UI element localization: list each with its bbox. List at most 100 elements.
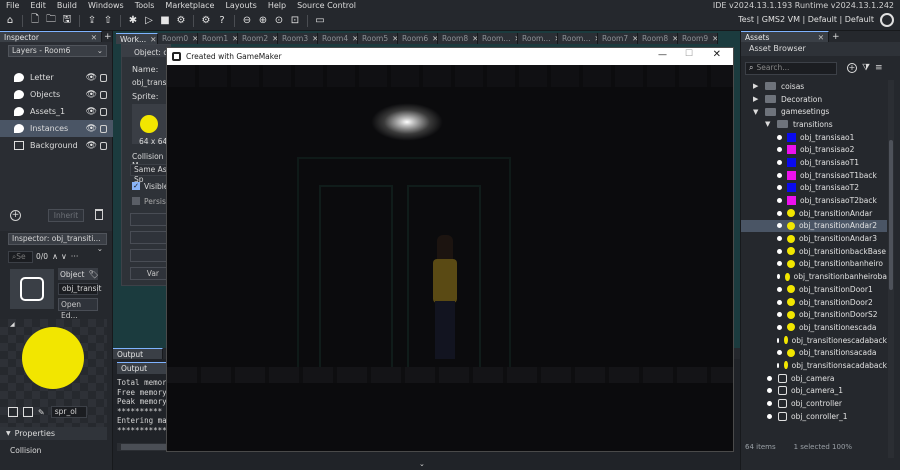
eye-icon[interactable]: 👁 <box>86 107 97 117</box>
monitor-icon[interactable]: ▭ <box>313 14 327 28</box>
menu-source-control[interactable]: Source Control <box>297 0 356 11</box>
eye-icon[interactable]: 👁 <box>86 124 97 134</box>
menu-tools[interactable]: Tools <box>135 0 155 11</box>
menu-windows[interactable]: Windows <box>88 0 124 11</box>
properties-header[interactable]: ▼ Properties <box>0 427 107 440</box>
tab-room[interactable]: Work... ✕ <box>116 33 158 44</box>
trash-icon[interactable] <box>95 209 103 220</box>
tab-room[interactable]: Room8 ✕ <box>438 33 478 44</box>
tab-output-outer[interactable]: Output <box>113 348 163 359</box>
collapse-arrow-icon[interactable]: ⌄ <box>419 460 425 468</box>
save-icon[interactable]: 🖫 <box>60 14 74 28</box>
asset-item[interactable]: ▶ Decoration <box>741 93 887 106</box>
tab-output[interactable]: Output <box>117 361 169 374</box>
tab-room[interactable]: Room0 ✕ <box>158 33 198 44</box>
target-summary[interactable]: Test | GMS2 VM | Default | Default <box>738 15 874 24</box>
menu-file[interactable]: File <box>6 0 19 11</box>
zoom-in-icon[interactable]: ⊕ <box>256 14 270 28</box>
tag-icon[interactable]: 🏷 <box>88 270 98 279</box>
package-icon[interactable]: ⇪ <box>85 14 99 28</box>
asset-item[interactable]: ▼ gamesetings <box>741 105 887 118</box>
close-icon[interactable]: ✕ <box>712 33 717 44</box>
sprite-name-field[interactable]: spr_ol <box>50 406 87 418</box>
maximize-icon[interactable]: ☐ <box>685 49 693 59</box>
expand-icon[interactable]: ▶ <box>753 82 761 90</box>
debug-icon[interactable]: ⚙ <box>174 14 188 28</box>
tab-room[interactable]: Room1 ✕ <box>198 33 238 44</box>
layer-row[interactable]: Background 👁 <box>0 137 113 154</box>
fit-icon[interactable]: ⊡ <box>288 14 302 28</box>
layer-row[interactable]: Assets_1 👁 <box>0 103 113 120</box>
persistent-checkbox[interactable] <box>132 197 140 205</box>
add-tab-icon[interactable]: + <box>104 32 112 42</box>
asset-item[interactable]: obj_transitionsacadaback <box>741 359 887 372</box>
new-icon[interactable]: 🗋 <box>28 14 42 28</box>
collapse-icon[interactable]: ▼ <box>765 120 773 128</box>
inspector-select[interactable]: Inspector: obj_transiti... ⌄ <box>8 233 107 253</box>
lock-icon[interactable] <box>100 107 107 116</box>
minimize-icon[interactable]: — <box>658 50 667 60</box>
asset-item[interactable]: obj_camera <box>741 372 887 385</box>
zoom-out-icon[interactable]: ⊖ <box>240 14 254 28</box>
menu-marketplace[interactable]: Marketplace <box>165 0 214 11</box>
lock-icon[interactable] <box>100 141 107 150</box>
asset-item[interactable]: obj_transitionescada <box>741 321 887 334</box>
asset-item[interactable]: obj_transitionDoor2 <box>741 296 887 309</box>
edit-sprite-icon[interactable] <box>8 407 18 417</box>
asset-item[interactable]: ▶ coisas <box>741 80 887 93</box>
layers-select[interactable]: Layers - Room6 ⌄ <box>8 45 107 57</box>
collapse-icon[interactable]: ◢ <box>10 321 15 328</box>
close-icon[interactable]: ✕ <box>150 34 156 44</box>
edit-image-icon[interactable] <box>23 407 33 417</box>
filter-icon[interactable]: ⧩ <box>862 63 870 73</box>
tab-room[interactable]: Room7 ✕ <box>598 33 638 44</box>
tab-room[interactable]: Room4 ✕ <box>318 33 358 44</box>
zoom-reset-icon[interactable]: ⊙ <box>272 14 286 28</box>
layer-row[interactable]: Objects 👁 <box>0 86 113 103</box>
menu-icon[interactable]: ≡ <box>875 63 883 73</box>
asset-item[interactable]: obj_transitionAndar2 <box>741 219 887 233</box>
settings-icon[interactable]: ⚙ <box>199 14 213 28</box>
asset-item[interactable]: obj_transitionsacada <box>741 346 887 359</box>
asset-item[interactable]: obj_transitionbanheiroba <box>741 270 887 283</box>
prev-icon[interactable]: ∧ <box>52 252 58 261</box>
asset-search-input[interactable]: ⌕ Search... <box>745 61 837 75</box>
tab-assets[interactable]: Assets ✕ <box>741 31 829 42</box>
asset-item[interactable]: obj_transitionDoor1 <box>741 283 887 296</box>
close-icon[interactable]: ✕ <box>818 32 824 42</box>
add-tab-icon[interactable]: + <box>832 32 840 42</box>
more-icon[interactable]: ··· <box>71 252 79 261</box>
tab-room[interactable]: Room...✕ <box>558 33 598 44</box>
asset-item[interactable]: obj_transitionAndar <box>741 207 887 220</box>
asset-item[interactable]: obj_conroller_1 <box>741 410 887 423</box>
asset-item[interactable]: obj_transitionDoorS2 <box>741 308 887 321</box>
tab-room[interactable]: Room2 ✕ <box>238 33 278 44</box>
tab-room[interactable]: Room...✕ <box>518 33 558 44</box>
lock-icon[interactable] <box>100 124 107 133</box>
next-icon[interactable]: ∨ <box>61 252 67 261</box>
tab-room[interactable]: Room6 ✕ <box>398 33 438 44</box>
asset-item[interactable]: obj_transisaoT2back <box>741 194 887 207</box>
lock-icon[interactable] <box>100 90 107 99</box>
visible-checkbox[interactable]: ✓ <box>132 182 140 190</box>
layer-row[interactable]: Letter 👁 <box>0 69 113 86</box>
tab-room[interactable]: Room...✕ <box>478 33 518 44</box>
home-icon[interactable]: ⌂ <box>3 14 17 28</box>
stop-icon[interactable]: ■ <box>158 14 172 28</box>
add-asset-icon[interactable]: + <box>847 63 857 73</box>
asset-item[interactable]: obj_transitionbanheiro <box>741 258 887 271</box>
upload-icon[interactable]: ⇧ <box>101 14 115 28</box>
open-editor-button[interactable]: Open Ed... <box>58 298 98 320</box>
asset-item[interactable]: obj_camera_1 <box>741 385 887 398</box>
asset-item[interactable]: obj_transitionescadaback <box>741 334 887 347</box>
eye-icon[interactable]: 👁 <box>86 141 97 151</box>
object-name-field[interactable]: obj_transit <box>58 283 102 295</box>
menu-edit[interactable]: Edit <box>30 0 46 11</box>
collapse-icon[interactable]: ▼ <box>753 108 761 116</box>
asset-item[interactable]: obj_transisaoT1 <box>741 156 887 169</box>
lock-icon[interactable] <box>100 73 107 82</box>
close-icon[interactable]: ✕ <box>91 32 97 42</box>
expand-icon[interactable]: ▶ <box>753 95 761 103</box>
open-icon[interactable]: 🗀 <box>44 14 58 28</box>
asset-item[interactable]: obj_transisaoT2 <box>741 182 887 195</box>
